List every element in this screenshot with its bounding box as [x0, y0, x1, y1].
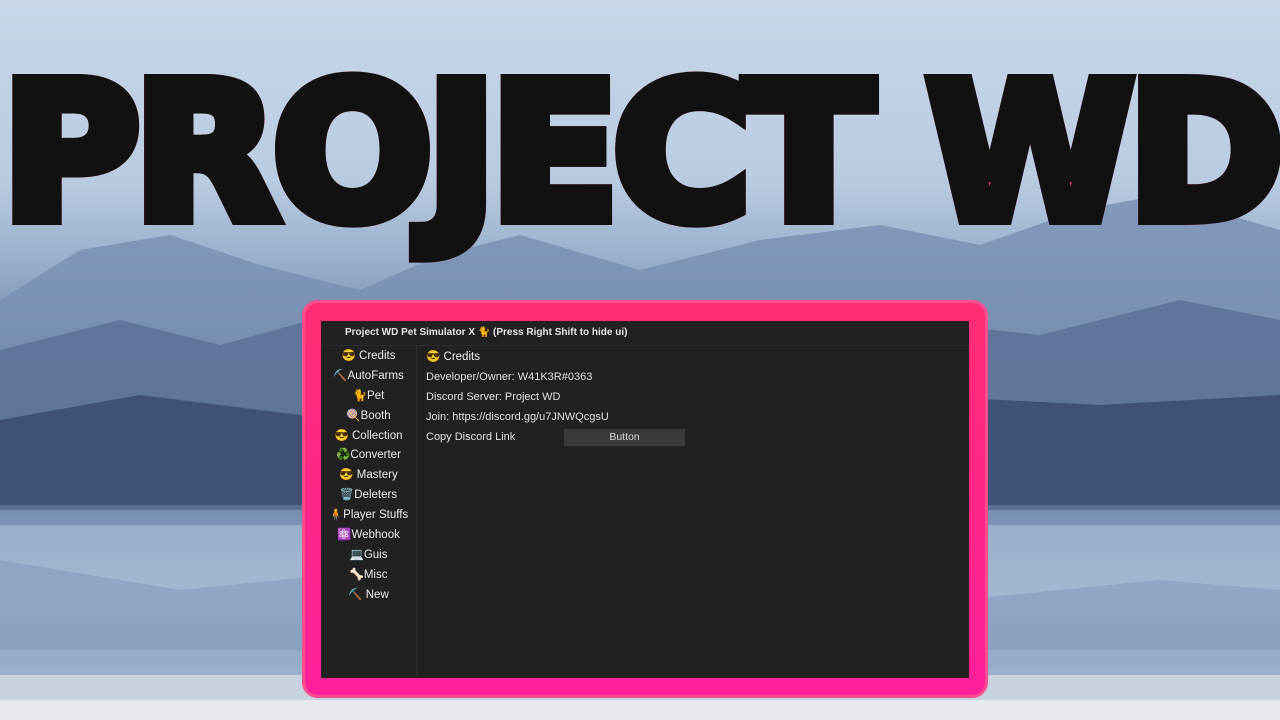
banner-title: PROJECT WD [0, 44, 1280, 263]
credits-panel: 😎 Credits Developer/Owner: W41K3R#0363 D… [426, 346, 956, 447]
tab-autofarms[interactable]: ⛏️AutoFarms [321, 367, 416, 387]
tab-deleters[interactable]: 🗑️Deleters [321, 486, 416, 506]
copy-discord-button[interactable]: Button [564, 428, 685, 446]
copy-discord-label: Copy Discord Link [426, 431, 516, 443]
tab-webhook[interactable]: ⚛️Webhook [321, 526, 416, 546]
tab-guis[interactable]: 💻Guis [321, 546, 416, 566]
tab-sidebar: 😎 Credits ⛏️AutoFarms 🐈Pet 🍭Booth 😎 Coll… [321, 346, 417, 678]
script-hub-window: Project WD Pet Simulator X 🐈 (Press Righ… [321, 321, 969, 678]
tab-pet[interactable]: 🐈Pet [321, 387, 416, 407]
tab-collection[interactable]: 😎 Collection [321, 427, 416, 447]
tab-misc[interactable]: 🦴Misc [321, 566, 416, 586]
window-title[interactable]: Project WD Pet Simulator X 🐈 (Press Righ… [321, 321, 969, 346]
copy-discord-row: Copy Discord Link Button [426, 427, 956, 447]
developer-text: Developer/Owner: W41K3R#0363 [426, 371, 593, 383]
tab-credits[interactable]: 😎 Credits [321, 347, 416, 367]
tab-converter[interactable]: ♻️Converter [321, 446, 416, 466]
tab-player-stuffs[interactable]: 🧍Player Stuffs [321, 506, 416, 526]
tab-new[interactable]: ⛏️ New [321, 586, 416, 606]
discord-server-text: Discord Server: Project WD [426, 391, 561, 403]
tab-mastery[interactable]: 😎 Mastery [321, 466, 416, 486]
tab-booth[interactable]: 🍭Booth [321, 407, 416, 427]
discord-join-link-text: Join: https://discord.gg/u7JNWQcgsU [426, 411, 609, 423]
section-heading: 😎 Credits [426, 351, 480, 363]
